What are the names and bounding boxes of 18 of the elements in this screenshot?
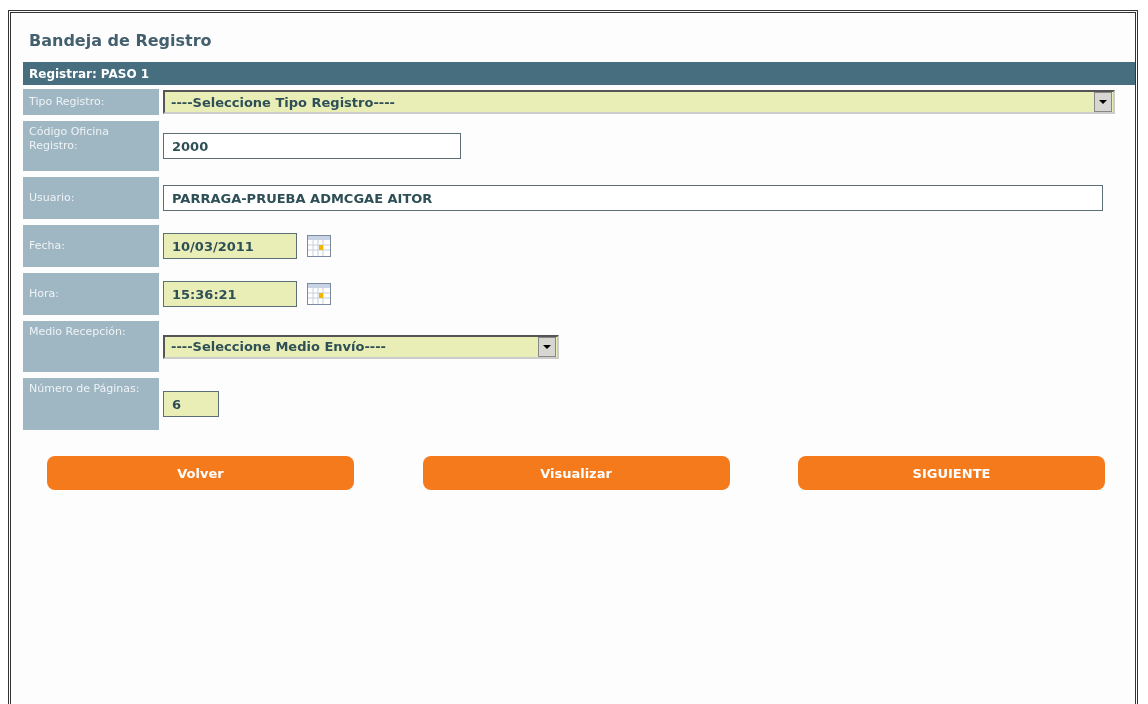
field-label: Usuario: — [23, 177, 159, 219]
input-field[interactable]: 10/03/2011 — [163, 233, 297, 259]
field-label: Tipo Registro: — [23, 89, 159, 115]
calendar-icon[interactable] — [307, 235, 331, 257]
field-label: Código Oficina Registro: — [23, 121, 159, 171]
page-title: Bandeja de Registro — [29, 31, 213, 50]
input-field[interactable]: 2000 — [163, 133, 461, 159]
field-label: Hora: — [23, 273, 159, 315]
field-label: Fecha: — [23, 225, 159, 267]
dropdown-field[interactable]: ----Seleccione Medio Envío---- — [163, 334, 559, 359]
input-field[interactable]: PARRAGA-PRUEBA ADMCGAE AITOR — [163, 185, 1103, 211]
field-label: Medio Recepción: — [23, 321, 159, 372]
field-label: Número de Páginas: — [23, 378, 159, 430]
input-field[interactable]: 15:36:21 — [163, 281, 297, 307]
input-field[interactable]: 6 — [163, 391, 219, 417]
section-header: Registrar: PASO 1 — [23, 62, 1135, 85]
dropdown-field[interactable]: ----Seleccione Tipo Registro---- — [163, 90, 1115, 114]
calendar-icon[interactable] — [307, 283, 331, 305]
